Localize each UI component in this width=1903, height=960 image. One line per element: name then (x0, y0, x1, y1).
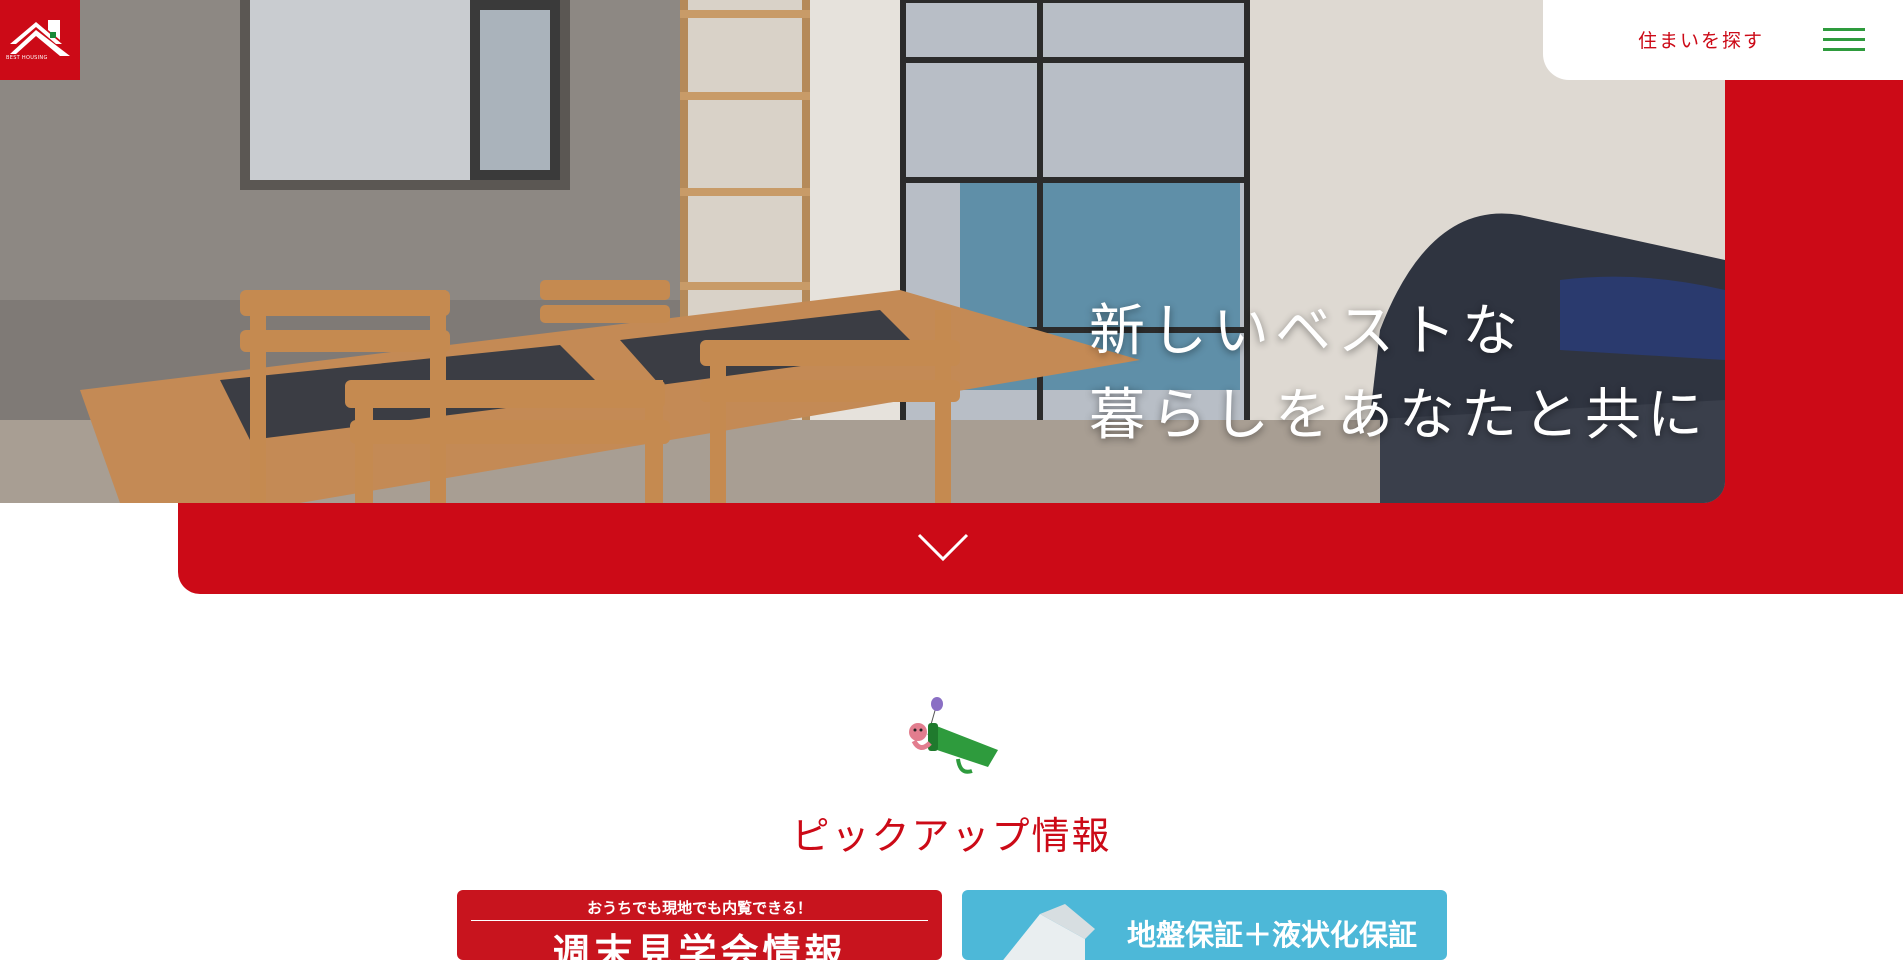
search-homes-link[interactable]: 住まいを探す (1638, 26, 1764, 53)
site-logo[interactable]: BEST HOUSING (0, 0, 80, 80)
pickup-section-title: ピックアップ情報 (791, 814, 1112, 858)
chevron-down-icon[interactable] (916, 530, 970, 564)
hero-tagline: 新しいベストな 暮らしをあなたと共に (1089, 290, 1709, 458)
logo-house-icon (10, 20, 70, 56)
pickup-card-ground-guarantee[interactable]: 地盤保証＋液状化保証 (962, 890, 1447, 960)
logo-text: BEST HOUSING (6, 55, 48, 61)
pickup-card-open-house[interactable]: おうちでも現地でも内覧できる！ 週末見学会情報 (457, 890, 942, 960)
hero-tagline-line1: 新しいベストな (1089, 299, 1525, 364)
pickup-card-open-house-title: 週末見学会情報 (552, 931, 847, 960)
pickup-card-divider (471, 920, 928, 921)
pickup-card-ground-guarantee-title: 地盤保証＋液状化保証 (1127, 918, 1418, 952)
hamburger-icon[interactable] (1823, 28, 1865, 54)
pickup-card-open-house-subtitle: おうちでも現地でも内覧できる！ (587, 899, 812, 917)
house-illustration-icon (1003, 904, 1095, 960)
megaphone-mascot-icon (909, 697, 998, 774)
header-nav: 住まいを探す (1543, 0, 1903, 80)
hero-image: 新しいベストな 暮らしをあなたと共に (0, 0, 1725, 503)
hero-tagline-line2: 暮らしをあなたと共に (1089, 383, 1709, 448)
